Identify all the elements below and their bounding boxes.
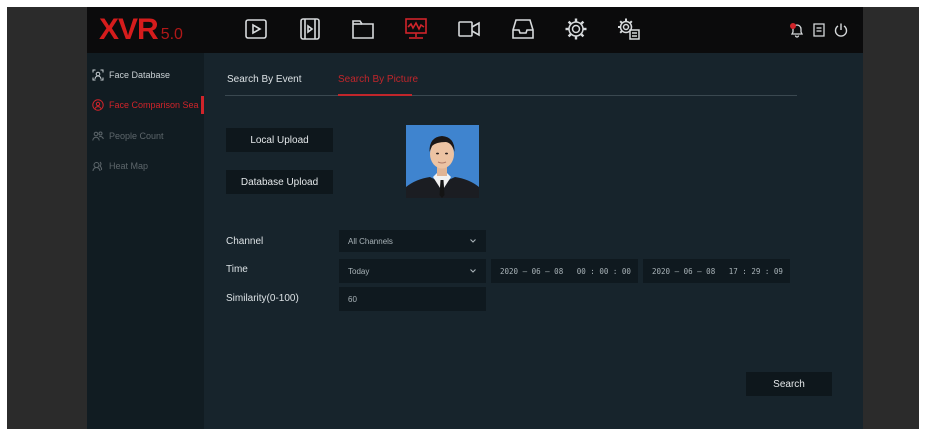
power-icon[interactable] (833, 22, 849, 38)
folder-icon[interactable] (350, 16, 376, 42)
time-select[interactable]: Today (339, 259, 486, 283)
sidebar-item-label: Face Comparison Sea (109, 100, 199, 110)
end-datetime-value: 2020 — 06 — 08 17 : 29 : 09 (652, 266, 783, 276)
film-icon[interactable] (297, 16, 323, 42)
similarity-label: Similarity(0-100) (226, 293, 299, 304)
inbox-icon[interactable] (510, 16, 536, 42)
start-datetime-field[interactable]: 2020 — 06 — 08 00 : 00 : 00 (491, 259, 638, 283)
face-database-icon (92, 69, 104, 81)
search-button[interactable]: Search (746, 372, 832, 396)
similarity-value: 60 (348, 294, 357, 304)
tab-search-by-event[interactable]: Search By Event (227, 74, 301, 85)
ai-monitor-icon[interactable] (403, 16, 429, 42)
tab-search-by-picture[interactable]: Search By Picture (338, 74, 418, 85)
screen-frame: XVR 5.0 Face Database Face Comparison Se… (7, 7, 919, 429)
channel-label: Channel (226, 236, 264, 247)
channel-select[interactable]: All Channels (339, 230, 486, 252)
chevron-down-icon (470, 269, 476, 273)
chevron-down-icon (470, 239, 476, 243)
sidebar-item-heat-map[interactable]: Heat Map (87, 155, 204, 177)
alarm-bell-icon[interactable] (789, 22, 805, 38)
logo-version: 5.0 (160, 26, 183, 43)
settings-list-icon[interactable] (616, 16, 642, 42)
people-count-icon (92, 130, 104, 142)
sidebar: Face Database Face Comparison Sea People… (87, 53, 204, 429)
sidebar-item-label: Face Database (109, 70, 171, 80)
playback-icon[interactable] (243, 16, 269, 42)
tab-active-indicator (338, 94, 412, 96)
channel-value: All Channels (348, 236, 393, 246)
gear-icon[interactable] (563, 16, 589, 42)
camera-icon[interactable] (456, 16, 482, 42)
xvr-logo: XVR 5.0 (99, 15, 183, 50)
sidebar-item-label: Heat Map (109, 161, 149, 171)
end-datetime-field[interactable]: 2020 — 06 — 08 17 : 29 : 09 (643, 259, 790, 283)
logo-text: XVR (99, 13, 159, 46)
uploaded-face-photo (406, 125, 479, 198)
similarity-input[interactable]: 60 (339, 287, 486, 311)
start-datetime-value: 2020 — 06 — 08 00 : 00 : 00 (500, 266, 631, 276)
database-upload-button[interactable]: Database Upload (226, 170, 333, 194)
top-navigation-bar: XVR 5.0 (87, 7, 863, 53)
sidebar-item-label: People Count (109, 131, 164, 141)
heat-map-icon (92, 160, 104, 172)
sidebar-item-face-database[interactable]: Face Database (87, 64, 204, 86)
sidebar-item-people-count[interactable]: People Count (87, 125, 204, 147)
sidebar-item-face-comparison-search[interactable]: Face Comparison Sea (87, 94, 204, 116)
local-upload-button[interactable]: Local Upload (226, 128, 333, 152)
face-search-icon (92, 99, 104, 111)
time-label: Time (226, 264, 248, 275)
time-value: Today (348, 266, 370, 276)
xvr-app: XVR 5.0 Face Database Face Comparison Se… (87, 7, 863, 429)
tab-divider (225, 95, 797, 96)
backup-icon[interactable] (811, 22, 827, 38)
